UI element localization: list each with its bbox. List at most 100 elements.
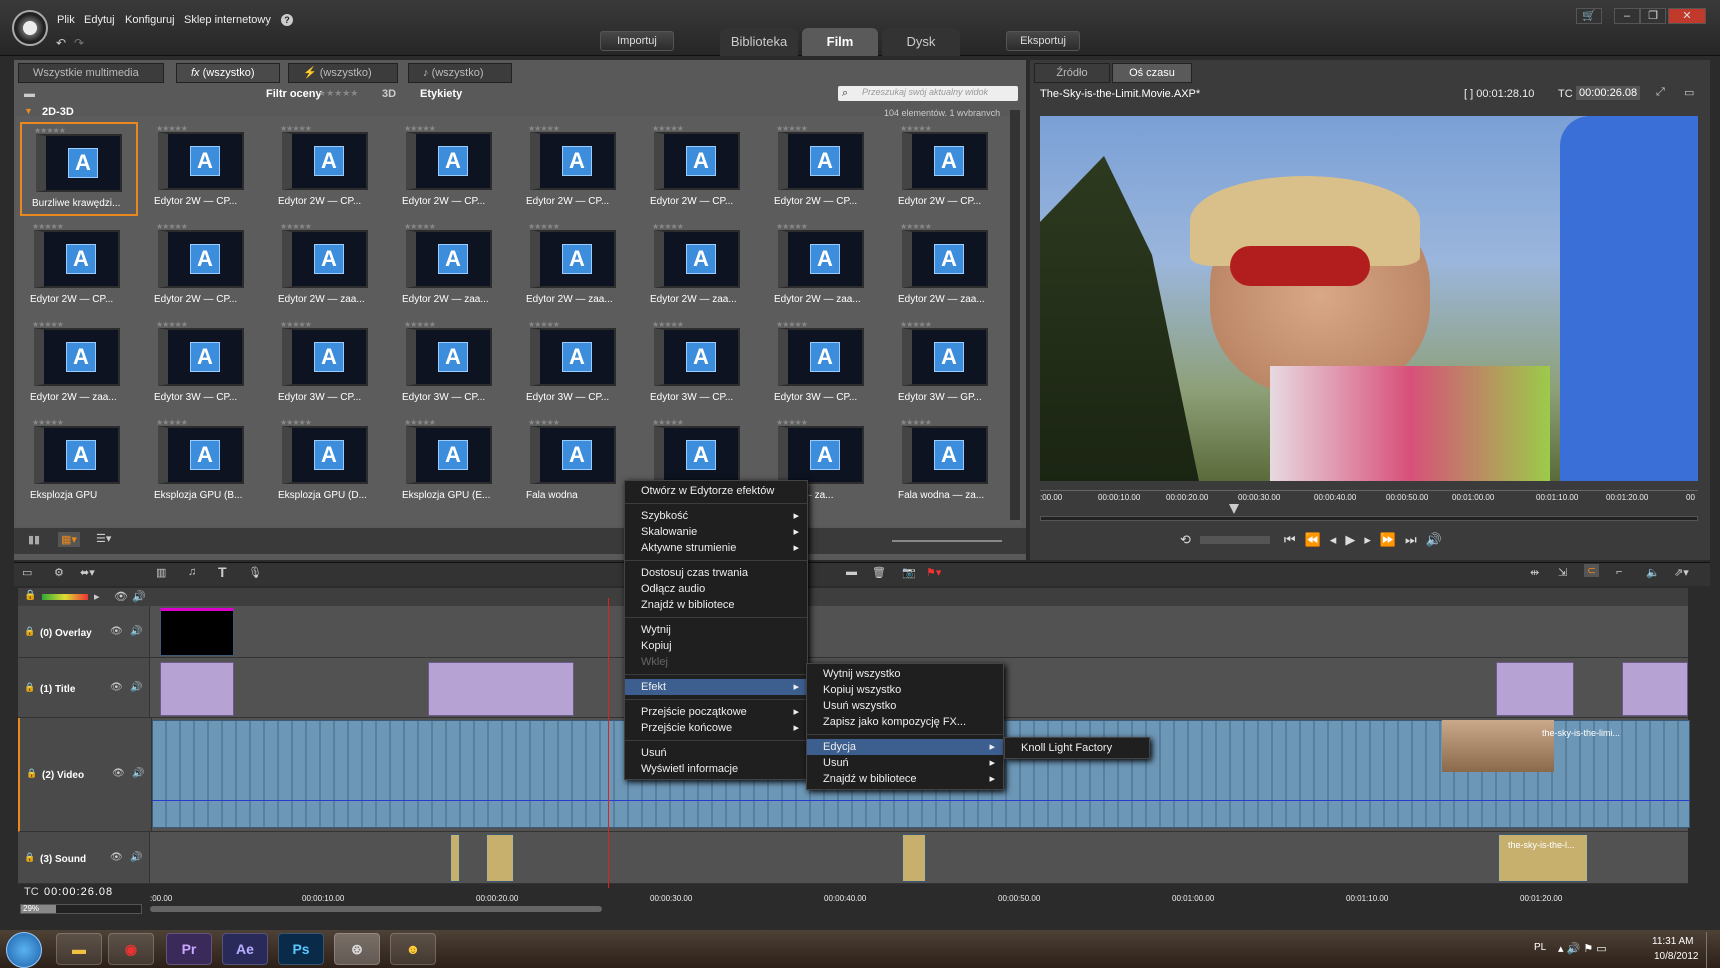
scorefitter-icon[interactable]: ♫ bbox=[188, 566, 196, 578]
lock-icon[interactable]: 🔒 bbox=[24, 626, 35, 637]
menu-item-delete[interactable]: Usuń bbox=[625, 745, 807, 761]
library-item[interactable]: ★★★★★ A Edytor 3W — CP... bbox=[144, 318, 262, 412]
tray-icons[interactable]: ▴ 🔊 ⚑ ▭ bbox=[1558, 942, 1607, 955]
timeline-clip[interactable] bbox=[486, 834, 514, 882]
lock-icon[interactable]: 🔒 bbox=[24, 852, 35, 863]
menu-item-speed[interactable]: Szybkość ▸ bbox=[625, 508, 807, 524]
voiceover-icon[interactable]: 🎙 bbox=[248, 566, 262, 579]
title-editor-icon[interactable]: T bbox=[218, 564, 227, 580]
library-item[interactable]: ★★★★★ A Edytor 2W — zaa... bbox=[516, 220, 634, 314]
cart-icon[interactable]: 🛒 bbox=[1576, 8, 1602, 24]
library-item[interactable]: ★★★★★ A Edytor 2W — CP... bbox=[888, 122, 1006, 216]
help-icon[interactable]: ? bbox=[281, 14, 293, 26]
after-effects-icon[interactable]: Ae bbox=[222, 933, 268, 965]
preview-scrubber[interactable] bbox=[1040, 516, 1698, 521]
grid-view-icon[interactable]: ▦▾ bbox=[58, 532, 80, 547]
library-item[interactable]: ★★★★★ A Burzliwe krawędzi... bbox=[20, 122, 138, 216]
menu-item-delete-all[interactable]: Usuń wszystko bbox=[807, 698, 1003, 714]
menu-item-copy[interactable]: Kopiuj bbox=[625, 638, 807, 654]
speaker-icon[interactable]: 🔊 bbox=[132, 768, 144, 779]
library-item[interactable]: ★★★★★ A Edytor 3W — GP... bbox=[888, 318, 1006, 412]
snapshot-icon[interactable]: 📷 bbox=[902, 566, 916, 579]
tab-timeline-preview[interactable]: Oś czasu bbox=[1112, 63, 1192, 83]
timeline-clip[interactable] bbox=[902, 834, 926, 882]
restore-button[interactable]: ❐ bbox=[1640, 8, 1666, 24]
timeline-clip[interactable] bbox=[428, 662, 574, 716]
playhead-line[interactable] bbox=[608, 598, 609, 888]
library-item[interactable]: ★★★★★ A Fala wodna bbox=[516, 416, 634, 510]
start-button[interactable] bbox=[6, 932, 42, 968]
timeline-scrollbar[interactable] bbox=[150, 906, 602, 912]
shuttle-control[interactable] bbox=[1199, 536, 1270, 544]
visibility-icon[interactable]: 👁 bbox=[114, 590, 128, 603]
marker-icon[interactable]: ⚑▾ bbox=[926, 566, 941, 579]
expand-icon[interactable]: ▸ bbox=[94, 590, 100, 603]
menu-item-active-streams[interactable]: Aktywne strumienie ▸ bbox=[625, 540, 807, 556]
timeline-clip[interactable] bbox=[160, 662, 234, 716]
magnet-icon[interactable]: ⊂ bbox=[1584, 564, 1600, 577]
step-back-icon[interactable]: ⏪ bbox=[1305, 532, 1330, 547]
zoom-slider[interactable]: 29% bbox=[20, 904, 142, 914]
menu-item-edit[interactable]: Edycja ▸ bbox=[807, 739, 1003, 755]
edit-mode-icon[interactable]: ⇲ bbox=[1558, 566, 1567, 579]
timeline-clip[interactable] bbox=[1496, 662, 1574, 716]
audio-mixer-icon[interactable]: ▥ bbox=[156, 566, 166, 579]
library-item[interactable]: ★★★★★ A Edytor 3W — CP... bbox=[640, 318, 758, 412]
close-button[interactable]: ✕ bbox=[1668, 8, 1706, 24]
3d-filter[interactable]: 3D bbox=[382, 88, 396, 100]
split-tool-icon[interactable]: ⇗▾ bbox=[1674, 566, 1689, 579]
search-input[interactable]: Przeszukaj swój aktualny widok bbox=[862, 87, 988, 97]
import-button[interactable]: Importuj bbox=[600, 31, 674, 51]
menu-item-remove[interactable]: Usuń ▸ bbox=[807, 755, 1003, 771]
premiere-icon[interactable]: Pr bbox=[166, 933, 212, 965]
explorer-icon[interactable]: ▬ bbox=[56, 933, 102, 965]
undo-icon[interactable]: ↶ bbox=[56, 36, 66, 50]
library-item[interactable]: ★★★★★ A Fala wodna — za... bbox=[888, 416, 1006, 510]
dynamic-length-icon[interactable]: ⇹ bbox=[1530, 566, 1539, 579]
track-sound[interactable]: 🔒 (3) Sound 👁 🔊 the-sky-is-the-l... bbox=[18, 832, 1688, 884]
preview-toggle-icon[interactable]: ▮▮ bbox=[28, 533, 40, 546]
lock-icon[interactable]: 🔒 bbox=[24, 682, 35, 693]
app-logo-icon[interactable] bbox=[12, 10, 48, 46]
storyboard-icon[interactable]: ▭ bbox=[22, 566, 32, 579]
tags-filter[interactable]: Etykiety bbox=[420, 88, 462, 100]
list-view-icon[interactable]: ☰▾ bbox=[96, 532, 111, 545]
speaker-icon[interactable]: 🔊 bbox=[130, 626, 142, 637]
menu-item-cut[interactable]: Wytnij bbox=[625, 622, 807, 638]
library-item[interactable]: ★★★★★ A Edytor 2W — CP... bbox=[516, 122, 634, 216]
lock-icon[interactable]: 🔒 bbox=[24, 590, 36, 601]
menu-file[interactable]: Plik bbox=[57, 14, 75, 26]
timeline-clip[interactable] bbox=[450, 834, 460, 882]
menu-item-show-info[interactable]: Wyświetl informacje bbox=[625, 761, 807, 777]
menu-item-knoll-light-factory[interactable]: Knoll Light Factory bbox=[1005, 740, 1149, 756]
menu-store[interactable]: Sklep internetowy bbox=[184, 14, 271, 26]
library-scrollbar[interactable] bbox=[1010, 110, 1020, 520]
library-item[interactable]: ★★★★★ A Edytor 2W — zaa... bbox=[640, 220, 758, 314]
step-forward-icon[interactable]: ⏩ bbox=[1380, 532, 1405, 547]
timeline-clip[interactable] bbox=[1622, 662, 1688, 716]
menu-item-detach-audio[interactable]: Odłącz audio bbox=[625, 581, 807, 597]
library-item[interactable]: ★★★★★ A Edytor 2W — zaa... bbox=[392, 220, 510, 314]
menu-config[interactable]: Konfiguruj bbox=[125, 14, 175, 26]
visibility-icon[interactable]: 👁 bbox=[110, 626, 123, 637]
clock-date[interactable]: 10/8/2012 bbox=[1654, 951, 1699, 962]
timecode-display[interactable]: 00:00:26.08 bbox=[1576, 86, 1641, 100]
play-icon[interactable]: ▶ bbox=[1345, 532, 1364, 547]
library-item[interactable]: ★★★★★ A Edytor 2W — CP... bbox=[392, 122, 510, 216]
go-to-end-icon[interactable]: ⏭ bbox=[1405, 532, 1426, 547]
menu-item-open-effect-editor[interactable]: Otwórz w Edytorze efektów bbox=[625, 483, 807, 499]
library-item[interactable]: ★★★★★ A Eksplozja GPU bbox=[20, 416, 138, 510]
speaker-icon[interactable]: 🔊 bbox=[132, 590, 146, 603]
frame-back-icon[interactable]: ◂ bbox=[1330, 532, 1346, 547]
menu-item-effect[interactable]: Efekt ▸ bbox=[625, 679, 807, 695]
library-item[interactable]: ★★★★★ A Edytor 3W — CP... bbox=[764, 318, 882, 412]
language-indicator[interactable]: PL bbox=[1534, 942, 1546, 953]
library-item[interactable]: ★★★★★ A Edytor 3W — CP... bbox=[392, 318, 510, 412]
library-tab-audio[interactable]: ♪ (wszystko) bbox=[408, 63, 512, 83]
menu-item-copy-all[interactable]: Kopiuj wszystko bbox=[807, 682, 1003, 698]
folder-collapse-icon[interactable]: ▼ bbox=[24, 106, 33, 116]
library-item[interactable]: ★★★★★ A Edytor 2W — zaa... bbox=[20, 318, 138, 412]
audio-scrub-icon[interactable]: ⌐ bbox=[1616, 566, 1622, 578]
export-button[interactable]: Eksportuj bbox=[1006, 31, 1080, 51]
track-options-icon[interactable]: ⬌▾ bbox=[80, 566, 95, 579]
